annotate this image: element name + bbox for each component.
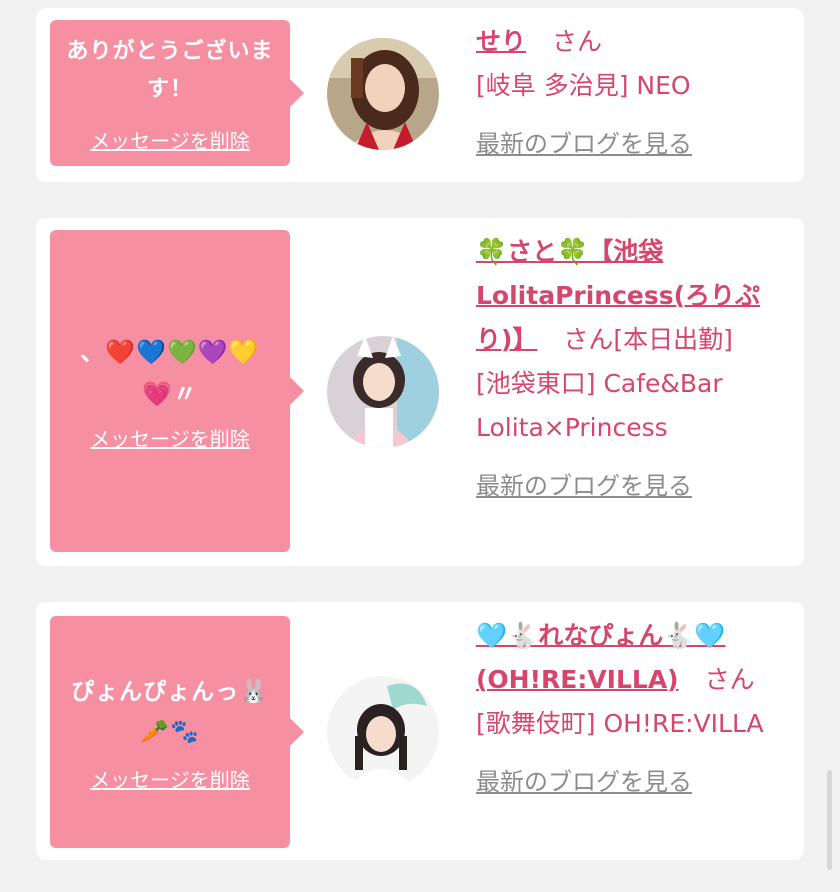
delete-message-link[interactable]: メッセージを削除 [90, 764, 250, 793]
scrollbar[interactable] [827, 770, 832, 870]
shop-name: [歌舞伎町] OH!RE:VILLA [476, 709, 764, 738]
message-text: ぴょんぴょんっ🐰🥕🐾 [71, 678, 269, 745]
message-bubble: ありがとうございます！ メッセージを削除 [50, 20, 304, 166]
message-card: 、❤️💙💚💜💛💗〃 メッセージを削除 🍀さと🍀【池袋LolitaPrincess… [36, 218, 804, 566]
avatar-photo [327, 676, 439, 788]
shop-name: [岐阜 多治見] NEO [476, 71, 691, 100]
honorific: さん [704, 665, 755, 694]
message-text: 、❤️💙💚💜💛💗〃 [80, 337, 260, 408]
cast-name-link[interactable]: せり [476, 27, 526, 56]
avatar[interactable] [327, 336, 439, 448]
message-card: ぴょんぴょんっ🐰🥕🐾 メッセージを削除 🩵🐇れなぴょん🐇🩵(OH!RE:VILL… [36, 602, 804, 860]
message-list: ありがとうございます！ メッセージを削除 せり さん [岐阜 多治見] NEO [0, 0, 840, 892]
message-text: ありがとうございます！ [66, 38, 274, 102]
message-bubble: 、❤️💙💚💜💛💗〃 メッセージを削除 [50, 230, 304, 552]
message-bubble: ぴょんぴょんっ🐰🥕🐾 メッセージを削除 [50, 616, 304, 848]
shop-name: [池袋東口] Cafe&Bar Lolita×Princess [476, 369, 723, 442]
cast-name-link[interactable]: 🩵🐇れなぴょん🐇🩵(OH!RE:VILLA) [476, 621, 726, 694]
delete-message-link[interactable]: メッセージを削除 [90, 125, 250, 154]
cast-info: 🩵🐇れなぴょん🐇🩵(OH!RE:VILLA) さん [歌舞伎町] OH!RE:V… [476, 614, 776, 804]
honorific: さん[本日出勤] [563, 325, 733, 354]
cast-info: せり さん [岐阜 多治見] NEO 最新のブログを見る [476, 20, 776, 166]
avatar-photo [327, 336, 439, 448]
avatar-photo [327, 38, 439, 150]
latest-blog-link[interactable]: 最新のブログを見る [476, 760, 692, 804]
honorific: さん [551, 27, 602, 56]
latest-blog-link[interactable]: 最新のブログを見る [476, 464, 692, 508]
delete-message-link[interactable]: メッセージを削除 [90, 423, 250, 452]
avatar[interactable] [327, 38, 439, 150]
cast-info: 🍀さと🍀【池袋LolitaPrincess(ろりぷり)】 さん[本日出勤] [池… [476, 230, 776, 508]
avatar[interactable] [327, 676, 439, 788]
message-card: ありがとうございます！ メッセージを削除 せり さん [岐阜 多治見] NEO [36, 8, 804, 182]
latest-blog-link[interactable]: 最新のブログを見る [476, 122, 692, 166]
